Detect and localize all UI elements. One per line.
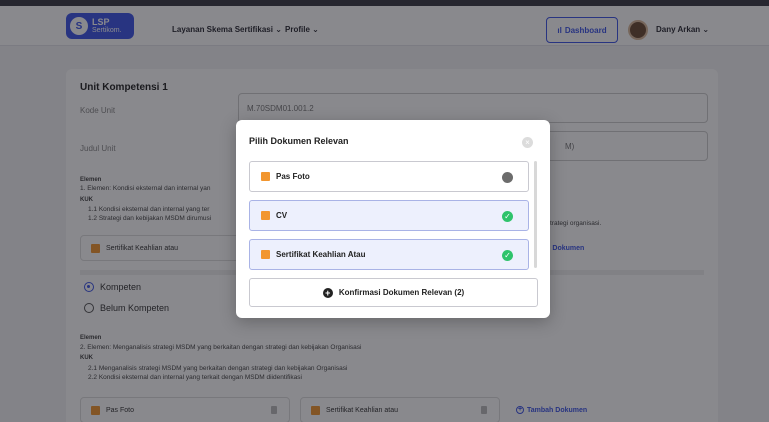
document-option-pas-foto[interactable]: Pas Foto — [249, 161, 529, 192]
scrollbar[interactable] — [534, 161, 537, 268]
check-circle-icon: ✓ — [502, 250, 513, 261]
document-option-sertifikat[interactable]: Sertifikat Keahlian Atau ✓ — [249, 239, 529, 270]
document-icon — [261, 211, 270, 220]
unselected-indicator-icon — [502, 172, 513, 183]
check-circle-icon: ✓ — [502, 211, 513, 222]
document-icon — [261, 172, 270, 181]
confirm-documents-button[interactable]: + Konfirmasi Dokumen Relevan (2) — [249, 278, 538, 307]
document-option-cv[interactable]: CV ✓ — [249, 200, 529, 231]
close-icon[interactable]: × — [522, 137, 533, 148]
plus-circle-icon: + — [322, 287, 333, 298]
modal-title: Pilih Dokumen Relevan — [249, 136, 349, 146]
pilih-dokumen-modal: Pilih Dokumen Relevan × Pas Foto CV ✓ Se… — [236, 120, 550, 318]
document-icon — [261, 250, 270, 259]
